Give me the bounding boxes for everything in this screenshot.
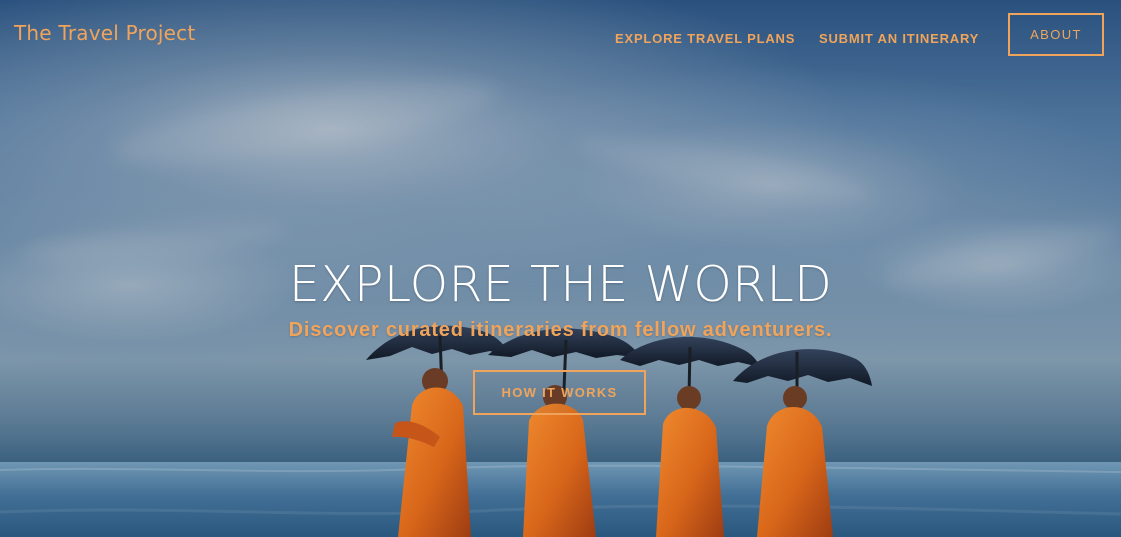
- how-it-works-button[interactable]: HOW IT WORKS: [473, 370, 646, 415]
- monk-robe: [757, 407, 833, 537]
- monk-head: [783, 386, 807, 410]
- nav-about-button[interactable]: ABOUT: [1008, 13, 1104, 56]
- hero-background: The Travel Project EXPLORE TRAVEL PLANS …: [0, 0, 1121, 537]
- monk-head: [677, 386, 701, 410]
- brand-logo-link[interactable]: The Travel Project: [14, 21, 195, 45]
- nav-submit-an-itinerary[interactable]: SUBMIT AN ITINERARY: [819, 31, 979, 46]
- black-umbrella-icon: [733, 349, 872, 386]
- monk-robe: [656, 407, 724, 537]
- top-navigation-bar: The Travel Project EXPLORE TRAVEL PLANS …: [0, 0, 1121, 74]
- monk-robe: [398, 387, 471, 537]
- nav-explore-travel-plans[interactable]: EXPLORE TRAVEL PLANS: [615, 31, 795, 46]
- hero-subheadline: Discover curated itineraries from fellow…: [288, 319, 833, 341]
- hero-headline: EXPLORE THE WORLD: [288, 255, 833, 313]
- monk-robe: [523, 403, 596, 537]
